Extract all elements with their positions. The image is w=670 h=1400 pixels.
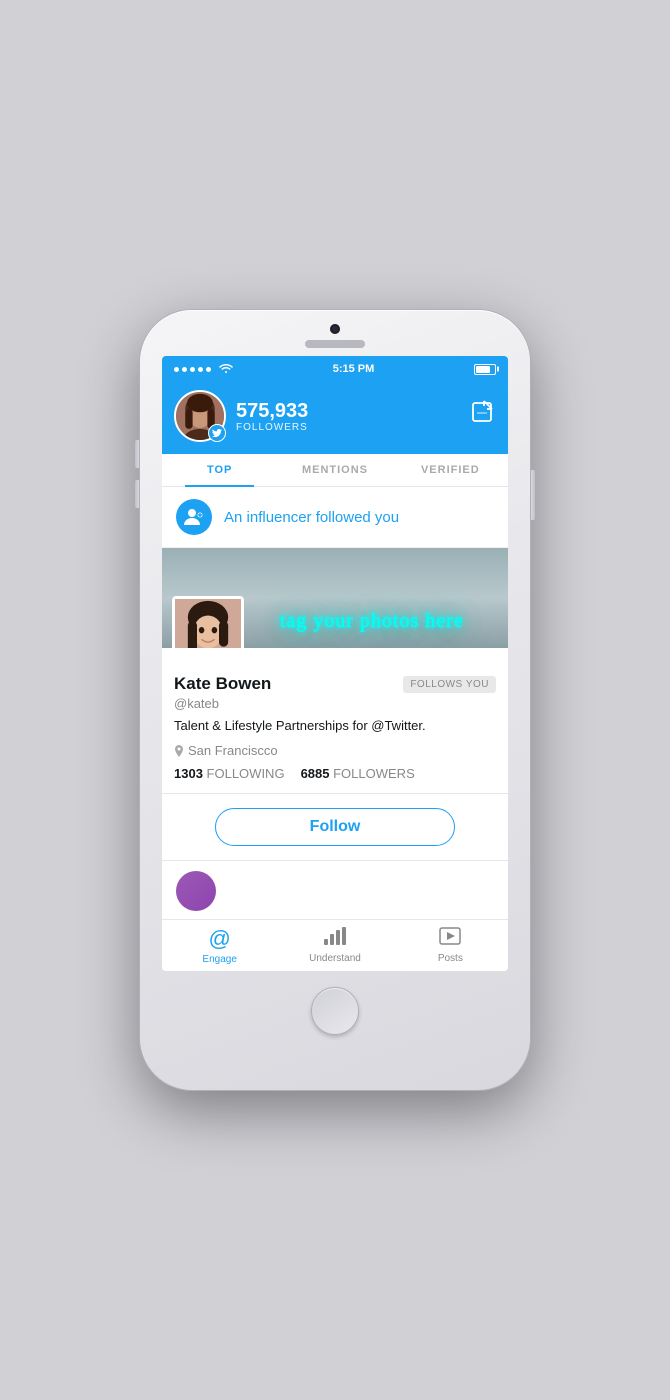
understand-icon (324, 927, 346, 951)
understand-label: Understand (309, 953, 361, 964)
follows-you-badge: FOLLOWS YOU (403, 676, 496, 693)
signal-dot-2 (182, 367, 187, 372)
follow-button[interactable]: Follow (215, 808, 455, 846)
front-camera (330, 324, 340, 334)
status-left-group (174, 363, 233, 376)
followers-info: 575,933 FOLLOWERS (236, 400, 308, 433)
compose-icon[interactable] (470, 400, 496, 432)
follow-section: Follow (162, 794, 508, 861)
card-location: San Franciscco (174, 743, 496, 758)
neon-sign-text: tag your photos here (280, 610, 464, 632)
engage-label: Engage (202, 954, 236, 965)
tab-bar: TOP MENTIONS VERIFIED (162, 454, 508, 487)
power-button (531, 470, 535, 520)
phone-frame: 5:15 PM (140, 310, 530, 1090)
followers-label: FOLLOWERS (236, 422, 308, 433)
status-time: 5:15 PM (333, 363, 375, 375)
signal-dot-1 (174, 367, 179, 372)
banner-background: tag your photos here (162, 548, 508, 648)
user-avatar-wrap[interactable] (174, 390, 226, 442)
nav-posts[interactable]: Posts (393, 920, 508, 971)
card-body: Kate Bowen FOLLOWS YOU @kateb Talent & L… (162, 648, 508, 793)
signal-dot-3 (190, 367, 195, 372)
nav-engage[interactable]: @ Engage (162, 920, 277, 971)
following-label: FOLLOWING (207, 766, 285, 781)
header-left: 575,933 FOLLOWERS (174, 390, 308, 442)
main-content: An influencer followed you tag your phot… (162, 487, 508, 919)
signal-dot-4 (198, 367, 203, 372)
card-bio: Talent & Lifestyle Partnerships for @Twi… (174, 717, 496, 735)
status-bar: 5:15 PM (162, 356, 508, 382)
phone-bottom (311, 971, 359, 1055)
posts-label: Posts (438, 953, 463, 964)
volume-buttons (135, 440, 139, 508)
card-stats: 1303 FOLLOWING 6885 FOLLOWERS (174, 766, 496, 781)
next-card-peek (162, 861, 508, 919)
wifi-icon (219, 363, 233, 376)
signal-strength (174, 367, 211, 372)
phone-screen: 5:15 PM (162, 356, 508, 971)
twitter-badge (208, 424, 226, 442)
card-handle: @kateb (174, 696, 496, 711)
sleep-button (531, 470, 535, 520)
card-followers-count: 6885 (301, 766, 330, 781)
next-profile-avatar (176, 871, 216, 911)
signal-dot-5 (206, 367, 211, 372)
influencer-notification[interactable]: An influencer followed you (162, 487, 508, 548)
battery-icon (474, 364, 496, 375)
engage-icon: @ (208, 926, 230, 952)
posts-icon (439, 927, 461, 951)
profile-card-avatar[interactable] (172, 596, 244, 648)
tab-verified[interactable]: VERIFIED (393, 454, 508, 486)
followers-stat: 6885 FOLLOWERS (301, 766, 415, 781)
battery-fill (476, 366, 490, 373)
notification-text: An influencer followed you (224, 509, 399, 526)
home-button[interactable] (311, 987, 359, 1035)
tab-top[interactable]: TOP (162, 454, 277, 486)
card-name-row: Kate Bowen FOLLOWS YOU (174, 674, 496, 694)
notification-icon-wrap (176, 499, 212, 535)
volume-down-button (135, 480, 139, 508)
card-name: Kate Bowen (174, 674, 271, 694)
nav-understand[interactable]: Understand (277, 920, 392, 971)
location-icon (174, 745, 184, 757)
profile-card: tag your photos here (162, 548, 508, 794)
card-followers-label: FOLLOWERS (333, 766, 415, 781)
following-stat: 1303 FOLLOWING (174, 766, 285, 781)
volume-up-button (135, 440, 139, 468)
following-count: 1303 (174, 766, 203, 781)
app-header: 575,933 FOLLOWERS (162, 382, 508, 454)
phone-top-area (140, 310, 530, 356)
earpiece-speaker (305, 340, 365, 348)
location-text: San Franciscco (188, 743, 278, 758)
tab-mentions[interactable]: MENTIONS (277, 454, 392, 486)
profile-banner: tag your photos here (162, 548, 508, 648)
followers-count: 575,933 (236, 400, 308, 422)
bottom-nav: @ Engage Understand (162, 919, 508, 971)
